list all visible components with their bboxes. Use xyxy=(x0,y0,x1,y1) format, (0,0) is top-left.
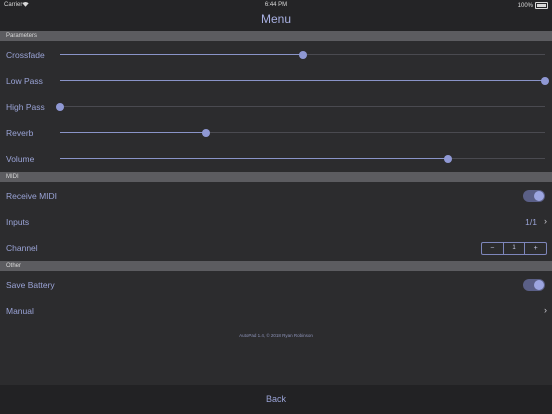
receive-midi-toggle[interactable] xyxy=(523,190,545,202)
slider-fill xyxy=(60,54,303,55)
crossfade-slider[interactable] xyxy=(60,51,545,59)
section-title: MIDI xyxy=(6,174,19,180)
param-row-reverb: Reverb xyxy=(0,120,552,146)
section-header-parameters: Parameters xyxy=(0,31,552,41)
slider-thumb[interactable] xyxy=(298,51,307,59)
status-bar: Carrier 6:44 PM 100% xyxy=(0,0,552,10)
inputs-label: Inputs xyxy=(6,217,30,227)
low-pass-slider[interactable] xyxy=(60,77,549,85)
param-label: Volume xyxy=(6,154,35,164)
param-row-crossfade: Crossfade xyxy=(0,42,552,68)
section-title: Other xyxy=(6,263,22,269)
slider-track xyxy=(60,106,545,107)
slider-thumb[interactable] xyxy=(444,155,452,163)
slider-fill xyxy=(60,80,545,81)
inputs-value: 1/1 xyxy=(525,217,537,227)
status-time: 6:44 PM xyxy=(264,2,288,8)
param-label: High Pass xyxy=(6,102,45,112)
param-label: Reverb xyxy=(6,128,34,138)
channel-stepper[interactable]: − 1 + xyxy=(481,242,547,255)
channel-label: Channel xyxy=(6,243,38,253)
back-button[interactable]: Back xyxy=(0,394,552,404)
channel-row: Channel − 1 + xyxy=(0,235,552,261)
save-battery-row: Save Battery xyxy=(0,272,552,298)
save-battery-toggle[interactable] xyxy=(523,279,545,291)
channel-value: 1 xyxy=(502,243,526,254)
chevron-right-icon: › xyxy=(544,305,547,315)
battery-icon xyxy=(535,2,548,9)
volume-slider[interactable] xyxy=(60,155,545,163)
bottom-bar: Back xyxy=(0,385,552,414)
receive-midi-label: Receive MIDI xyxy=(6,191,58,201)
section-header-other: Other xyxy=(0,261,552,271)
param-row-high-pass: High Pass xyxy=(0,94,552,120)
slider-thumb[interactable] xyxy=(541,77,549,85)
reverb-slider[interactable] xyxy=(60,129,545,137)
inputs-row[interactable]: Inputs 1/1 › xyxy=(0,209,552,235)
channel-increment-button[interactable]: + xyxy=(525,243,546,254)
high-pass-slider[interactable] xyxy=(56,103,545,111)
param-label: Low Pass xyxy=(6,76,43,86)
receive-midi-row: Receive MIDI xyxy=(0,183,552,209)
channel-decrement-button[interactable]: − xyxy=(482,243,503,254)
manual-label: Manual xyxy=(6,306,34,316)
section-title: Parameters xyxy=(6,33,38,39)
toggle-knob xyxy=(534,191,544,201)
param-label: Crossfade xyxy=(6,50,45,60)
param-row-low-pass: Low Pass xyxy=(0,68,552,94)
battery-percent: 100% xyxy=(517,2,533,9)
page-title: Menu xyxy=(260,12,292,26)
section-header-midi: MIDI xyxy=(0,172,552,182)
version-note: AutoPad 1.4, © 2018 Ryan Robinson xyxy=(239,333,313,338)
slider-thumb[interactable] xyxy=(201,129,210,137)
slider-fill xyxy=(60,132,206,133)
param-row-volume: Volume xyxy=(0,146,552,172)
manual-row[interactable]: Manual › xyxy=(0,298,552,324)
save-battery-label: Save Battery xyxy=(6,280,55,290)
slider-thumb[interactable] xyxy=(56,103,64,111)
chevron-right-icon: › xyxy=(544,216,547,226)
slider-fill xyxy=(60,158,448,159)
battery-indicator: 100% xyxy=(518,2,548,9)
toggle-knob xyxy=(534,280,544,290)
